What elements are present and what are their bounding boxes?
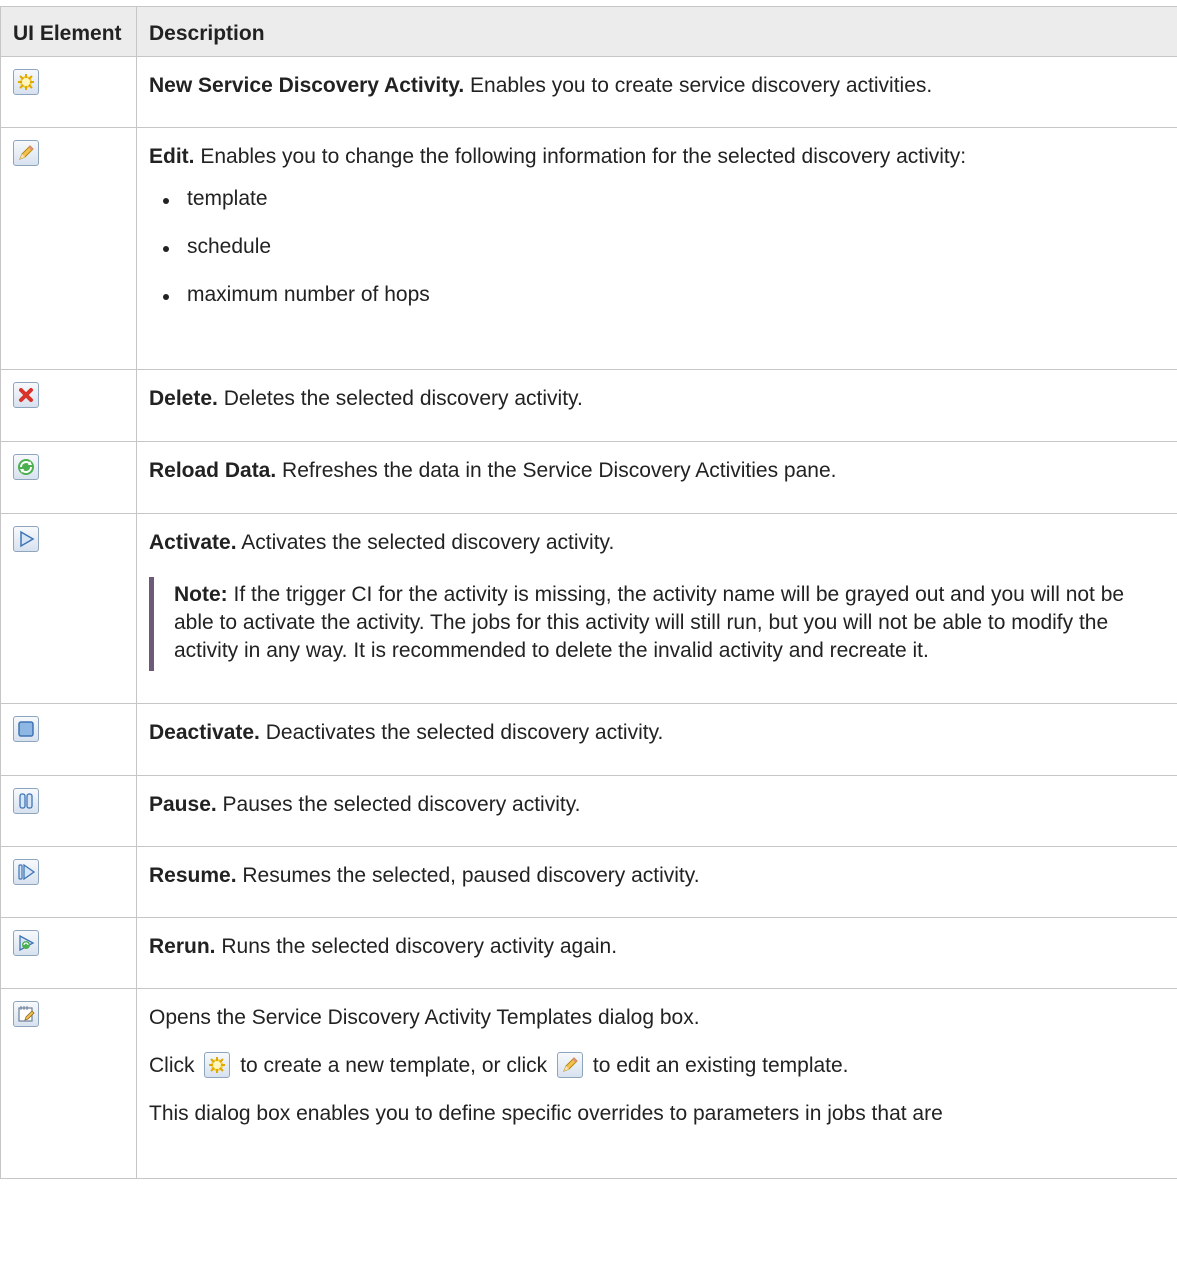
- term: Rerun.: [149, 935, 216, 958]
- row-description: Activate. Activates the selected discove…: [136, 513, 1177, 704]
- term: Reload Data.: [149, 459, 277, 482]
- term: Resume.: [149, 864, 237, 887]
- edit-template-icon: [557, 1052, 584, 1078]
- table-row: Rerun. Runs the selected discovery activ…: [0, 917, 1177, 989]
- row-description: Reload Data. Refreshes the data in the S…: [136, 441, 1177, 514]
- term: Pause.: [149, 793, 217, 816]
- templates-icon: [13, 1001, 39, 1027]
- paragraph: This dialog box enables you to define sp…: [149, 1102, 943, 1125]
- note-label: Note:: [174, 583, 228, 606]
- table-row: New Service Discovery Activity. Enables …: [0, 56, 1177, 128]
- delete-icon: [13, 382, 39, 408]
- list-item: maximum number of hops: [149, 281, 1165, 309]
- ui-elements-table: UI Element Description New Service Disco…: [0, 6, 1177, 1179]
- term: Delete.: [149, 387, 218, 410]
- table-row: Resume. Resumes the selected, paused dis…: [0, 846, 1177, 918]
- bullet-list: template schedule maximum number of hops: [149, 185, 1165, 309]
- edit-icon: [13, 140, 39, 166]
- reload-icon: [13, 454, 39, 480]
- row-description: Delete. Deletes the selected discovery a…: [136, 369, 1177, 442]
- paragraph: Click to create a new template, or click…: [149, 1052, 849, 1078]
- activate-icon: [13, 526, 39, 552]
- header-row: UI Element Description: [0, 6, 1177, 57]
- row-description: Deactivate. Deactivates the selected dis…: [136, 703, 1177, 776]
- pause-icon: [13, 788, 39, 814]
- table-row: Pause. Pauses the selected discovery act…: [0, 775, 1177, 847]
- term: Edit.: [149, 145, 195, 168]
- table-row: Deactivate. Deactivates the selected dis…: [0, 703, 1177, 776]
- new-activity-icon: [13, 69, 39, 95]
- rerun-icon: [13, 930, 39, 956]
- table-row: Activate. Activates the selected discove…: [0, 513, 1177, 704]
- table-row: Opens the Service Discovery Activity Tem…: [0, 988, 1177, 1179]
- term: Activate.: [149, 531, 237, 554]
- note-box: Note: If the trigger CI for the activity…: [149, 577, 1165, 671]
- row-description: Rerun. Runs the selected discovery activ…: [136, 917, 1177, 989]
- row-description: Pause. Pauses the selected discovery act…: [136, 775, 1177, 847]
- table-row: Reload Data. Refreshes the data in the S…: [0, 441, 1177, 514]
- header-description: Description: [136, 6, 1177, 57]
- row-description: Resume. Resumes the selected, paused dis…: [136, 846, 1177, 918]
- paragraph: Opens the Service Discovery Activity Tem…: [149, 1006, 700, 1029]
- row-description: Opens the Service Discovery Activity Tem…: [136, 988, 1177, 1179]
- list-item: template: [149, 185, 1165, 213]
- row-description: New Service Discovery Activity. Enables …: [136, 56, 1177, 128]
- deactivate-icon: [13, 716, 39, 742]
- list-item: schedule: [149, 233, 1165, 261]
- term: New Service Discovery Activity.: [149, 74, 465, 97]
- new-template-icon: [204, 1052, 231, 1078]
- row-description: Edit. Enables you to change the followin…: [136, 127, 1177, 370]
- table-row: Edit. Enables you to change the followin…: [0, 127, 1177, 370]
- resume-icon: [13, 859, 39, 885]
- term: Deactivate.: [149, 721, 260, 744]
- table-row: Delete. Deletes the selected discovery a…: [0, 369, 1177, 442]
- header-ui-element: UI Element: [0, 6, 137, 57]
